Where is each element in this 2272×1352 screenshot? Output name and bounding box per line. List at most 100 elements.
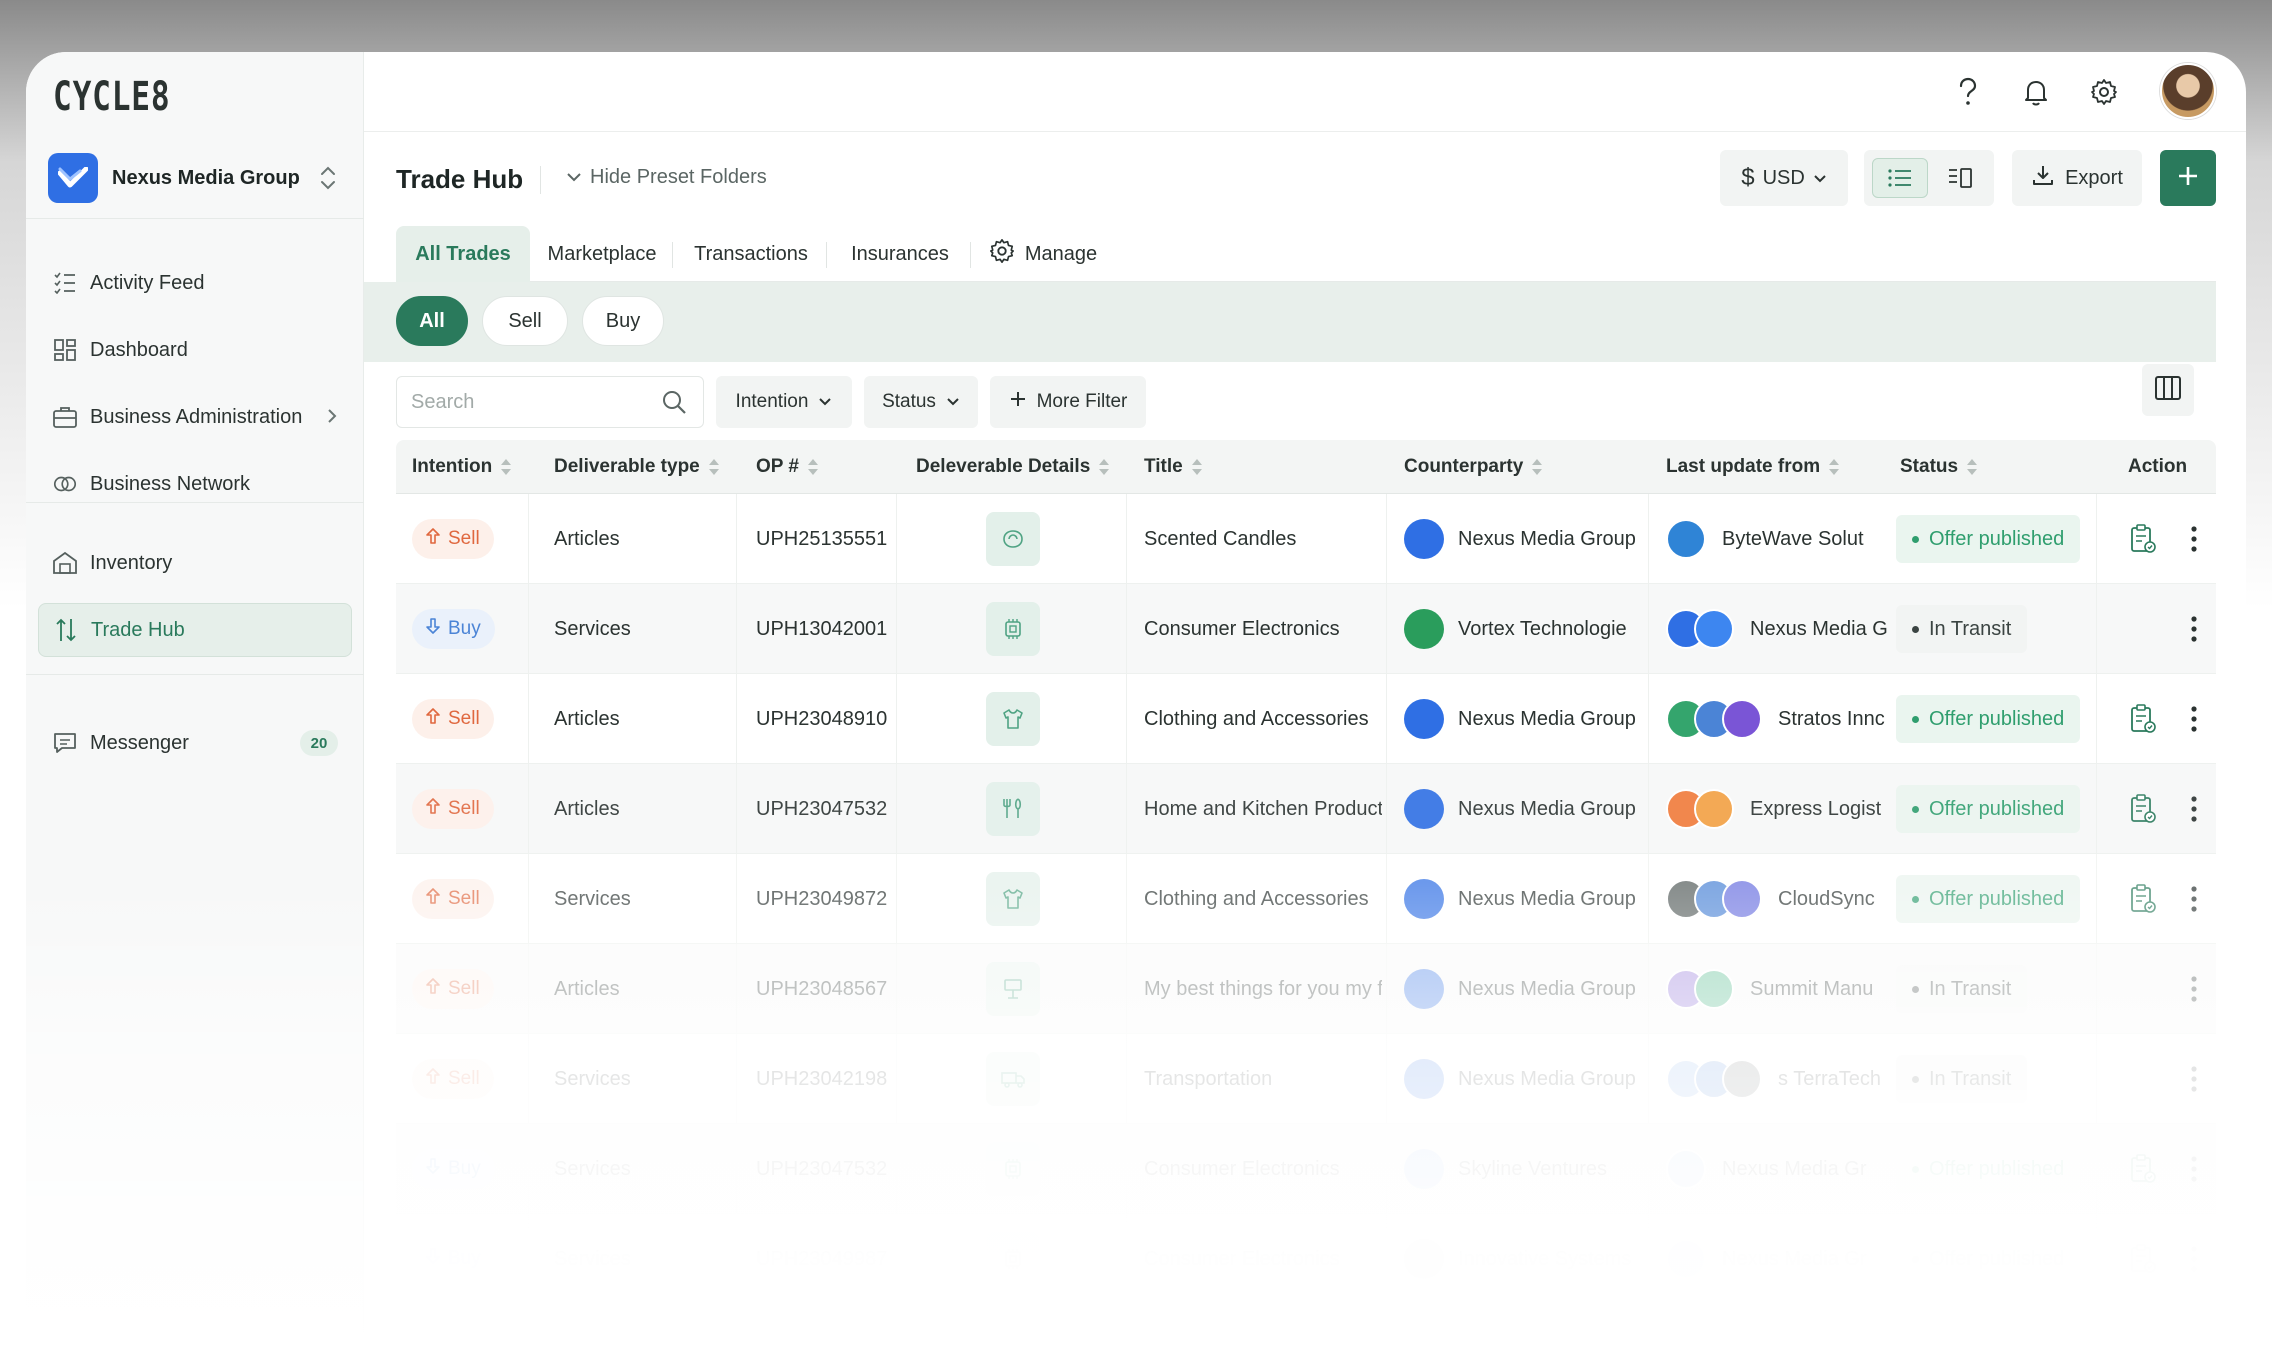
column-header-counterparty[interactable]: Counterparty: [1404, 440, 1543, 494]
split-view-button[interactable]: [1932, 158, 1988, 198]
shirt-icon[interactable]: [986, 692, 1040, 746]
column-divider: [736, 1124, 737, 1213]
table-row[interactable]: Sell Services UPH23042198 Transportation Nex…: [396, 1034, 2216, 1124]
table-row[interactable]: Sell Services UPH23049872 Clothing and Acce…: [396, 854, 2216, 944]
sidebar-item-trade-hub[interactable]: Trade Hub: [38, 603, 352, 657]
clipboard-check-icon[interactable]: [2128, 1214, 2158, 1304]
kitchen-icon[interactable]: [986, 782, 1040, 836]
sidebar-item-inventory[interactable]: Inventory: [38, 536, 352, 590]
hide-preset-label: Hide Preset Folders: [590, 166, 767, 188]
table-row[interactable]: Buy Services UPH23049987 Consumer Electroni…: [396, 1214, 2216, 1304]
column-divider: [2096, 674, 2097, 763]
clipboard-check-icon[interactable]: [2128, 494, 2158, 584]
sidebar-item-dashboard[interactable]: Dashboard: [38, 323, 352, 377]
kebab-menu-icon[interactable]: [2190, 1124, 2198, 1214]
candle-icon[interactable]: [986, 512, 1040, 566]
more-filter-label: More Filter: [1036, 391, 1128, 412]
chip-icon[interactable]: [986, 1232, 1040, 1286]
columns-button[interactable]: [2142, 364, 2194, 416]
chip-icon[interactable]: [986, 1142, 1040, 1196]
table-row[interactable]: Buy Services UPH23047532 Consumer Electroni…: [396, 1124, 2216, 1214]
tab-insurances[interactable]: Insurances: [840, 226, 960, 282]
sort-icon: [708, 457, 720, 477]
status-badge: Offer published: [1896, 1145, 2081, 1193]
currency-select[interactable]: $ USD: [1720, 150, 1848, 206]
table-row[interactable]: Sell Articles UPH23048910 Clothing and Acce…: [396, 674, 2216, 764]
table-row[interactable]: Sell Articles UPH25135551 Scented Candles Ne…: [396, 494, 2216, 584]
column-header-title[interactable]: Title: [1144, 440, 1203, 494]
shirt-icon[interactable]: [986, 872, 1040, 926]
sidebar-item-activity-feed[interactable]: Activity Feed: [38, 256, 352, 310]
tab-transactions[interactable]: Transactions: [686, 226, 816, 282]
company-logo-icon: [1404, 699, 1444, 739]
hide-preset-folders-toggle[interactable]: Hide Preset Folders: [566, 166, 767, 189]
kebab-menu-icon[interactable]: [2190, 764, 2198, 854]
kebab-menu-icon[interactable]: [2190, 584, 2198, 674]
op-number-cell: UPH23047532: [756, 1157, 888, 1180]
column-header-last-update[interactable]: Last update from: [1666, 440, 1840, 494]
table-row[interactable]: Sell Articles UPH23047532 Home and Kitchen …: [396, 764, 2216, 854]
tab-marketplace[interactable]: Marketplace: [542, 226, 662, 282]
activity-list-icon: [52, 270, 78, 296]
details-cell: [986, 854, 1040, 944]
clipboard-check-icon[interactable]: [2128, 764, 2158, 854]
tab-all-trades[interactable]: All Trades: [396, 226, 530, 282]
pill-all[interactable]: All: [396, 296, 468, 346]
briefcase-icon: [52, 404, 78, 430]
table-row[interactable]: Buy Services UPH13042001 Consumer Electroni…: [396, 584, 2216, 674]
stand-icon[interactable]: [986, 962, 1040, 1016]
clipboard-check-icon[interactable]: [2128, 854, 2158, 944]
sidebar-item-business-administration[interactable]: Business Administration: [38, 390, 352, 444]
column-divider: [1648, 1214, 1649, 1303]
column-divider: [1386, 1034, 1387, 1123]
search-icon: [661, 389, 687, 421]
column-header-intention[interactable]: Intention: [412, 440, 512, 494]
column-divider: [1126, 1034, 1127, 1123]
buy-arrow-icon: [424, 1157, 442, 1181]
pill-buy[interactable]: Buy: [582, 296, 664, 346]
kebab-menu-icon[interactable]: [2190, 674, 2198, 764]
search-input[interactable]: Search: [396, 376, 704, 428]
org-switcher[interactable]: Nexus Media Group: [48, 148, 348, 208]
intention-filter-band: All Sell Buy: [364, 282, 2216, 362]
tab-manage[interactable]: Manage: [982, 226, 1104, 282]
pill-sell[interactable]: Sell: [482, 296, 568, 346]
counterparty-name: Nexus Media Group: [1458, 797, 1636, 820]
intention-badge: Sell: [412, 1059, 494, 1099]
column-divider: [1386, 494, 1387, 583]
help-icon[interactable]: [1952, 76, 1984, 108]
sidebar-item-label: Messenger: [90, 731, 189, 754]
kebab-menu-icon[interactable]: [2190, 1034, 2198, 1124]
list-view-button[interactable]: [1872, 158, 1928, 198]
export-button[interactable]: Export: [2012, 150, 2142, 206]
sidebar-item-messenger[interactable]: Messenger 20: [38, 716, 352, 770]
chevron-updown-icon[interactable]: [316, 162, 340, 194]
more-filter-button[interactable]: More Filter: [990, 376, 1146, 428]
column-header-status[interactable]: Status: [1900, 440, 1978, 494]
add-trade-button[interactable]: [2160, 150, 2216, 206]
user-avatar[interactable]: [2160, 63, 2216, 119]
counterparty-cell: Nexus Media Group: [1404, 1034, 1644, 1124]
kebab-menu-icon[interactable]: [2190, 944, 2198, 1034]
intention-label: Buy: [448, 1158, 481, 1179]
kebab-menu-icon[interactable]: [2190, 854, 2198, 944]
truck-icon[interactable]: [986, 1052, 1040, 1106]
gear-icon[interactable]: [2088, 76, 2120, 108]
kebab-menu-icon[interactable]: [2190, 494, 2198, 584]
company-logo-icon: [1722, 1059, 1762, 1099]
status-filter[interactable]: Status: [864, 376, 978, 428]
intention-label: Buy: [448, 1248, 481, 1269]
clipboard-check-icon[interactable]: [2128, 1124, 2158, 1214]
intention-filter[interactable]: Intention: [716, 376, 852, 428]
kebab-menu-icon[interactable]: [2190, 1214, 2198, 1304]
clipboard-check-icon[interactable]: [2128, 674, 2158, 764]
chip-icon[interactable]: [986, 602, 1040, 656]
bell-icon[interactable]: [2020, 76, 2052, 108]
table-row[interactable]: Sell Articles UPH23048567 My best things fo…: [396, 944, 2216, 1034]
column-header-deliverable-type[interactable]: Deliverable type: [554, 440, 720, 494]
column-header-op[interactable]: OP #: [756, 440, 819, 494]
deliverable-type-cell: Articles: [554, 797, 620, 820]
company-logo-icon: [1666, 519, 1706, 559]
column-divider: [736, 1034, 737, 1123]
column-header-details[interactable]: Deleverable Details: [916, 440, 1110, 494]
